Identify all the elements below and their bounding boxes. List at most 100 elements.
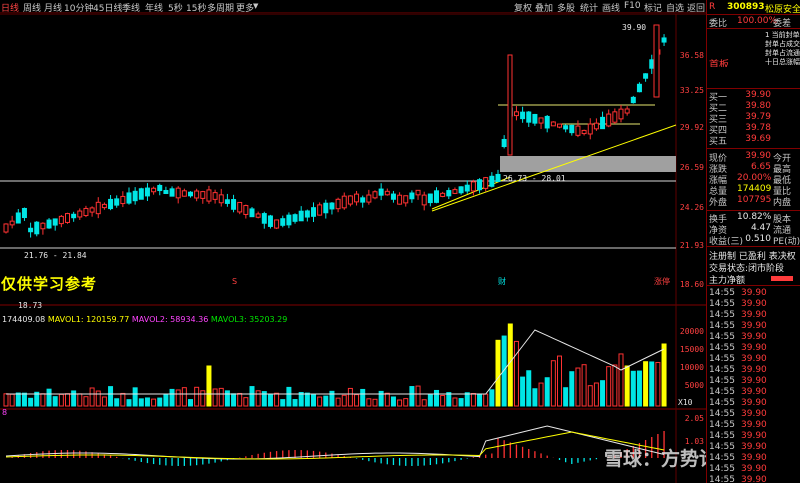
volume-bar bbox=[354, 394, 360, 407]
quote-row: 涨幅 20.00% 最低 bbox=[709, 173, 800, 184]
buy-row: 买一 39.90 bbox=[709, 90, 800, 101]
candle bbox=[21, 207, 27, 219]
tick-time: 14:55 bbox=[709, 442, 735, 452]
volume-bar bbox=[403, 398, 409, 407]
low-label: 18.73 bbox=[18, 301, 42, 310]
candle bbox=[458, 186, 464, 194]
volume-bar bbox=[15, 392, 21, 407]
volume-bar bbox=[151, 398, 157, 407]
candle bbox=[126, 192, 132, 204]
tick-time: 14:55 bbox=[709, 288, 735, 298]
volume-bar bbox=[298, 391, 304, 407]
weicha-label: 委差 bbox=[773, 19, 792, 27]
quote-value: 6.65 bbox=[750, 162, 771, 172]
volume-bar bbox=[194, 386, 200, 407]
candle bbox=[600, 116, 606, 130]
volume-bar bbox=[434, 389, 439, 407]
volume-bar bbox=[563, 387, 569, 407]
volume-bar bbox=[317, 396, 323, 407]
volume-bar bbox=[606, 366, 612, 407]
candle bbox=[378, 188, 384, 196]
main-flow-bar bbox=[771, 276, 793, 281]
candle bbox=[169, 188, 175, 197]
volume-bar bbox=[372, 398, 378, 407]
volume-bar bbox=[175, 389, 181, 407]
volume-bar bbox=[409, 386, 415, 407]
tick-row: 14:55 39.90 bbox=[709, 442, 799, 453]
tick-row: 14:55 39.90 bbox=[709, 420, 799, 431]
candle bbox=[618, 108, 624, 120]
buy-price: 39.90 bbox=[745, 90, 771, 100]
buy-row: 买二 39.80 bbox=[709, 101, 800, 112]
price-tick: 33.25 bbox=[680, 86, 704, 95]
tick-row: 14:55 39.90 bbox=[709, 387, 799, 398]
candle bbox=[40, 222, 46, 230]
stat-row: 收益(三) 0.510 PE(动) bbox=[709, 234, 800, 245]
candle bbox=[452, 189, 458, 194]
price-tick: 21.93 bbox=[680, 241, 704, 250]
candle bbox=[341, 195, 347, 209]
candle bbox=[520, 111, 526, 120]
stat-label: 净资 bbox=[709, 226, 728, 234]
volume-bar bbox=[520, 376, 526, 407]
candle bbox=[52, 218, 58, 226]
tick-row: 14:55 39.90 bbox=[709, 332, 799, 343]
candle bbox=[163, 189, 169, 195]
volume-bar bbox=[390, 396, 396, 407]
quote-panel: R 300893 松原安全 委比 100.00% 委差 1 当前封单额封单占成交… bbox=[706, 0, 800, 483]
candle bbox=[101, 203, 107, 209]
volume-bar bbox=[292, 399, 298, 407]
buy-price: 39.69 bbox=[745, 134, 771, 144]
tick-row: 14:55 39.90 bbox=[709, 321, 799, 332]
candle bbox=[249, 208, 255, 218]
tick-row: 14:55 39.90 bbox=[709, 464, 799, 475]
candle bbox=[267, 215, 273, 227]
volume-bar bbox=[200, 390, 206, 407]
candle bbox=[593, 122, 599, 130]
mavol-line bbox=[6, 329, 665, 395]
buy-row: 买三 39.79 bbox=[709, 112, 800, 123]
candle bbox=[421, 194, 427, 206]
candle bbox=[157, 184, 163, 192]
tick-price: 39.90 bbox=[741, 354, 767, 364]
quote-value: 20.00% bbox=[737, 173, 772, 183]
volume-bar bbox=[440, 394, 446, 407]
volume-bar bbox=[477, 393, 483, 407]
mavol1-label: MAVOL1: 120159.77 bbox=[47, 315, 130, 324]
volume-bar bbox=[304, 392, 310, 407]
volume-bar bbox=[181, 387, 187, 407]
candle bbox=[175, 187, 181, 199]
trading-status: 交易状态:闭市阶段 bbox=[709, 264, 785, 272]
volume-bar bbox=[132, 387, 138, 407]
volume-bar bbox=[21, 392, 27, 407]
candle bbox=[200, 191, 206, 199]
candle bbox=[569, 124, 575, 134]
volume-bar bbox=[126, 399, 132, 407]
candle bbox=[34, 221, 40, 235]
quote-value: 174409 bbox=[737, 184, 772, 194]
event-label: 财 bbox=[498, 276, 506, 286]
weibi-row: 委比 100.00% 委差 bbox=[709, 16, 800, 27]
tick-price: 39.90 bbox=[741, 453, 767, 463]
volume-bar bbox=[347, 387, 353, 407]
volume-bar bbox=[157, 397, 163, 407]
volume-bar bbox=[532, 388, 538, 407]
buy-row: 买五 39.69 bbox=[709, 134, 800, 145]
volume-bar bbox=[274, 392, 280, 407]
volume-bar bbox=[526, 370, 532, 407]
buy-price: 39.79 bbox=[745, 112, 771, 122]
candle bbox=[9, 220, 15, 226]
candle bbox=[538, 117, 544, 124]
volume-bar bbox=[489, 389, 495, 407]
candle bbox=[120, 195, 126, 205]
kline-chart[interactable]: 36.58 33.25 29.92 26.59 24.26 21.93 18.60 39.90… bbox=[0, 0, 706, 483]
candle bbox=[151, 187, 157, 193]
candle bbox=[477, 179, 483, 191]
volume-bar bbox=[335, 397, 341, 407]
candle bbox=[298, 210, 304, 222]
dif-line bbox=[5, 425, 665, 460]
price-tick: 36.58 bbox=[680, 51, 704, 60]
board-label: 首板 bbox=[709, 60, 729, 67]
buy-label: 买二 bbox=[709, 104, 728, 112]
tick-time: 14:55 bbox=[709, 332, 735, 342]
